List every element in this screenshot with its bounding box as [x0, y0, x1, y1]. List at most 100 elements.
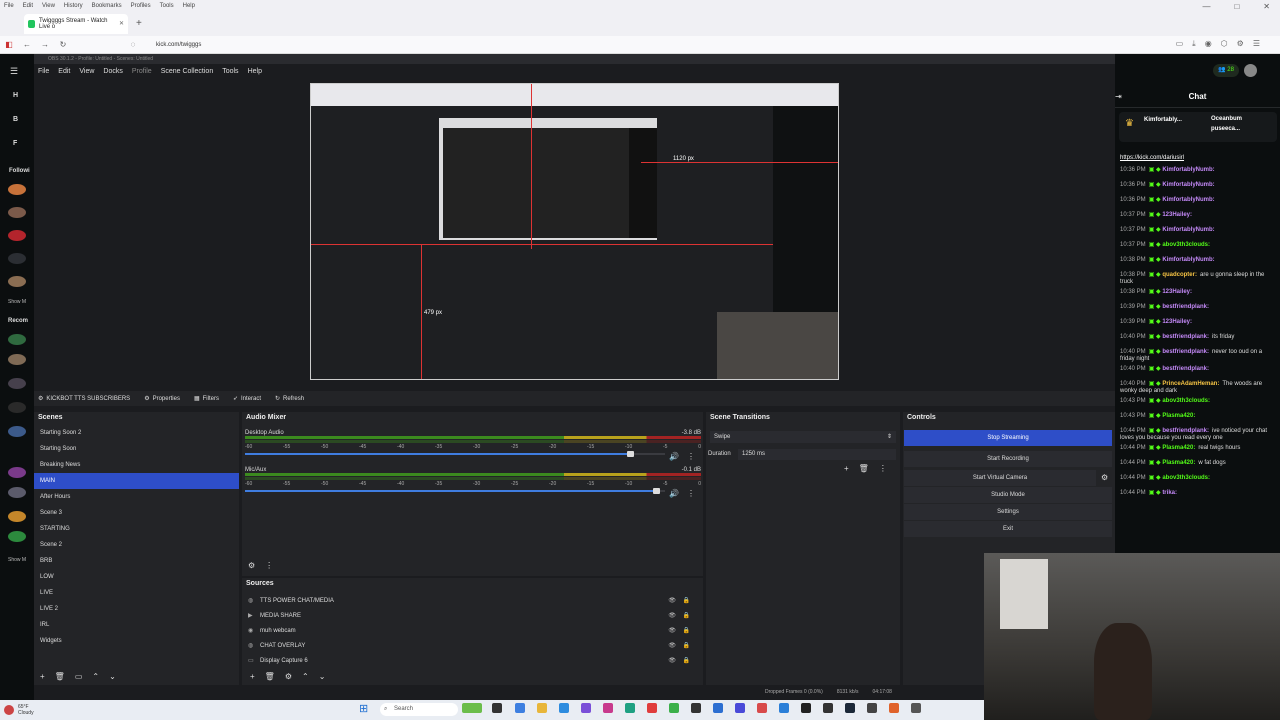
teams-icon[interactable] [581, 703, 591, 713]
move-up-icon[interactable]: ⌃ [92, 672, 99, 681]
visibility-eye-icon[interactable]: 👁 [668, 657, 676, 664]
lock-icon[interactable]: 🔒 [683, 627, 690, 634]
settings-button[interactable]: Settings [904, 504, 1112, 520]
browser-tab[interactable]: Twiggggs Stream - Watch Live o ✕ [24, 13, 128, 34]
transition-menu-icon[interactable]: ⋮ [879, 464, 887, 473]
filters-button[interactable]: ▦ Filters [194, 395, 219, 403]
visibility-eye-icon[interactable]: 👁 [668, 597, 676, 604]
channel-avatar[interactable] [8, 334, 26, 345]
widgets-icon[interactable] [462, 703, 482, 713]
lock-icon[interactable]: 🔒 [683, 642, 690, 649]
add-transition-icon[interactable]: + [844, 464, 849, 473]
chat-username[interactable]: Plasma420: [1162, 413, 1195, 419]
start-recording-button[interactable]: Start Recording [904, 451, 1112, 467]
sidebar-toggle-icon[interactable]: ◧ [0, 40, 18, 49]
app-icon[interactable] [603, 703, 613, 713]
channel-avatar[interactable] [8, 487, 26, 498]
back-icon[interactable]: ← [18, 40, 36, 49]
channel-avatar[interactable] [8, 230, 26, 241]
chat-username[interactable]: quadcopter: [1162, 272, 1197, 278]
taskbar-search[interactable]: ⌕ Search [380, 703, 458, 716]
scene-item[interactable]: LIVE [34, 585, 239, 601]
settings-icon[interactable]: ⚙ [1237, 39, 1244, 49]
move-down-icon[interactable]: ⌄ [109, 672, 116, 681]
menu-bookmarks[interactable]: Bookmarks [92, 3, 122, 9]
following-item[interactable]: F [13, 140, 17, 147]
task-view-icon[interactable] [492, 703, 502, 713]
app-icon[interactable] [911, 703, 921, 713]
visibility-eye-icon[interactable]: 👁 [668, 612, 676, 619]
volume-slider[interactable] [245, 488, 665, 494]
reader-icon[interactable]: ▭ [1176, 39, 1184, 49]
minimize-button[interactable]: — [1202, 2, 1210, 11]
pinned-user[interactable]: puseeca... [1211, 126, 1240, 132]
lock-icon[interactable]: 🔒 [683, 597, 690, 604]
transition-select[interactable]: Swipe ⇕ [710, 431, 896, 443]
weather-icon[interactable] [4, 705, 14, 715]
duration-input[interactable]: 1250 ms [738, 449, 896, 460]
scene-filters-icon[interactable]: ▭ [75, 672, 83, 681]
file-explorer-icon[interactable] [537, 703, 547, 713]
scene-item[interactable]: LOW [34, 569, 239, 585]
scene-item[interactable]: IRL [34, 617, 239, 633]
chat-username[interactable]: bestfriendplank: [1162, 334, 1209, 340]
menu-file[interactable]: File [4, 3, 14, 9]
source-item[interactable]: ◍ CHAT OVERLAY 👁 🔒 [248, 638, 698, 653]
speaker-icon[interactable]: 🔊 [669, 452, 679, 461]
source-item[interactable]: ◍ TTS POWER CHAT/MEDIA 👁 🔒 [248, 593, 698, 608]
obs-menu-profile[interactable]: Profile [132, 68, 152, 75]
chat-username[interactable]: 123Hailey: [1162, 212, 1192, 218]
lock-icon[interactable]: 🔒 [683, 657, 690, 664]
channel-avatar[interactable] [8, 467, 26, 478]
visibility-eye-icon[interactable]: 👁 [668, 642, 676, 649]
obs-preview[interactable]: 1120 px 479 px [310, 83, 839, 380]
chat-username[interactable]: KimfortablyNumb: [1162, 257, 1214, 263]
start-virtual-camera-button[interactable]: Start Virtual Camera [904, 470, 1096, 486]
show-more-link[interactable]: Show M [8, 557, 26, 563]
exit-button[interactable]: Exit [904, 521, 1112, 537]
channel-avatar[interactable] [8, 531, 26, 542]
chat-username[interactable]: KimfortablyNumb: [1162, 182, 1214, 188]
visibility-eye-icon[interactable]: 👁 [668, 627, 676, 634]
channel-avatar[interactable] [8, 378, 26, 389]
close-window-button[interactable]: ✕ [1263, 2, 1270, 11]
source-item[interactable]: ▶ MEDIA SHARE 👁 🔒 [248, 608, 698, 623]
steam-icon[interactable] [845, 703, 855, 713]
chrome-icon[interactable] [515, 703, 525, 713]
avatar[interactable] [1244, 64, 1257, 77]
add-scene-icon[interactable]: + [40, 672, 45, 681]
scene-item[interactable]: Starting Soon [34, 441, 239, 457]
lock-icon[interactable]: 🔒 [683, 612, 690, 619]
discord-icon[interactable] [735, 703, 745, 713]
pinned-user[interactable]: Kimfortably... [1144, 117, 1182, 123]
move-down-icon[interactable]: ⌄ [319, 672, 326, 681]
move-up-icon[interactable]: ⌃ [302, 672, 309, 681]
shield-icon[interactable]: ◌ [124, 40, 142, 49]
download-icon[interactable]: ⤓ [1192, 39, 1196, 49]
mail-icon[interactable] [559, 703, 569, 713]
reload-icon[interactable]: ↻ [54, 40, 72, 49]
scene-item[interactable]: After Hours [34, 489, 239, 505]
chat-username[interactable]: bestfriendplank: [1162, 428, 1209, 434]
chat-username[interactable]: KimfortablyNumb: [1162, 197, 1214, 203]
channel-avatar[interactable] [8, 253, 26, 264]
hamburger-icon[interactable]: ☰ [10, 66, 18, 77]
chat-username[interactable]: Plasma420: [1162, 460, 1195, 466]
chat-username[interactable]: KimfortablyNumb: [1162, 227, 1214, 233]
obs-menu-scene-collection[interactable]: Scene Collection [161, 68, 214, 75]
menu-tools[interactable]: Tools [160, 3, 174, 9]
channel-avatar[interactable] [8, 276, 26, 287]
chat-username[interactable]: abov3th3clouds: [1162, 475, 1210, 481]
channel-avatar[interactable] [8, 207, 26, 218]
studio-mode-button[interactable]: Studio Mode [904, 487, 1112, 503]
interact-button[interactable]: ➶ Interact [233, 395, 261, 403]
maximize-button[interactable]: □ [1234, 2, 1239, 11]
channel-avatar[interactable] [8, 402, 26, 413]
chat-username[interactable]: bestfriendplank: [1162, 304, 1209, 310]
browse-item[interactable]: B [13, 116, 18, 123]
spotify-icon[interactable] [669, 703, 679, 713]
channel-menu-icon[interactable]: ⋮ [687, 489, 695, 498]
pinned-user[interactable]: Oceanbum [1211, 116, 1242, 122]
obs-menu-edit[interactable]: Edit [58, 68, 70, 75]
youtube-icon[interactable] [647, 703, 657, 713]
